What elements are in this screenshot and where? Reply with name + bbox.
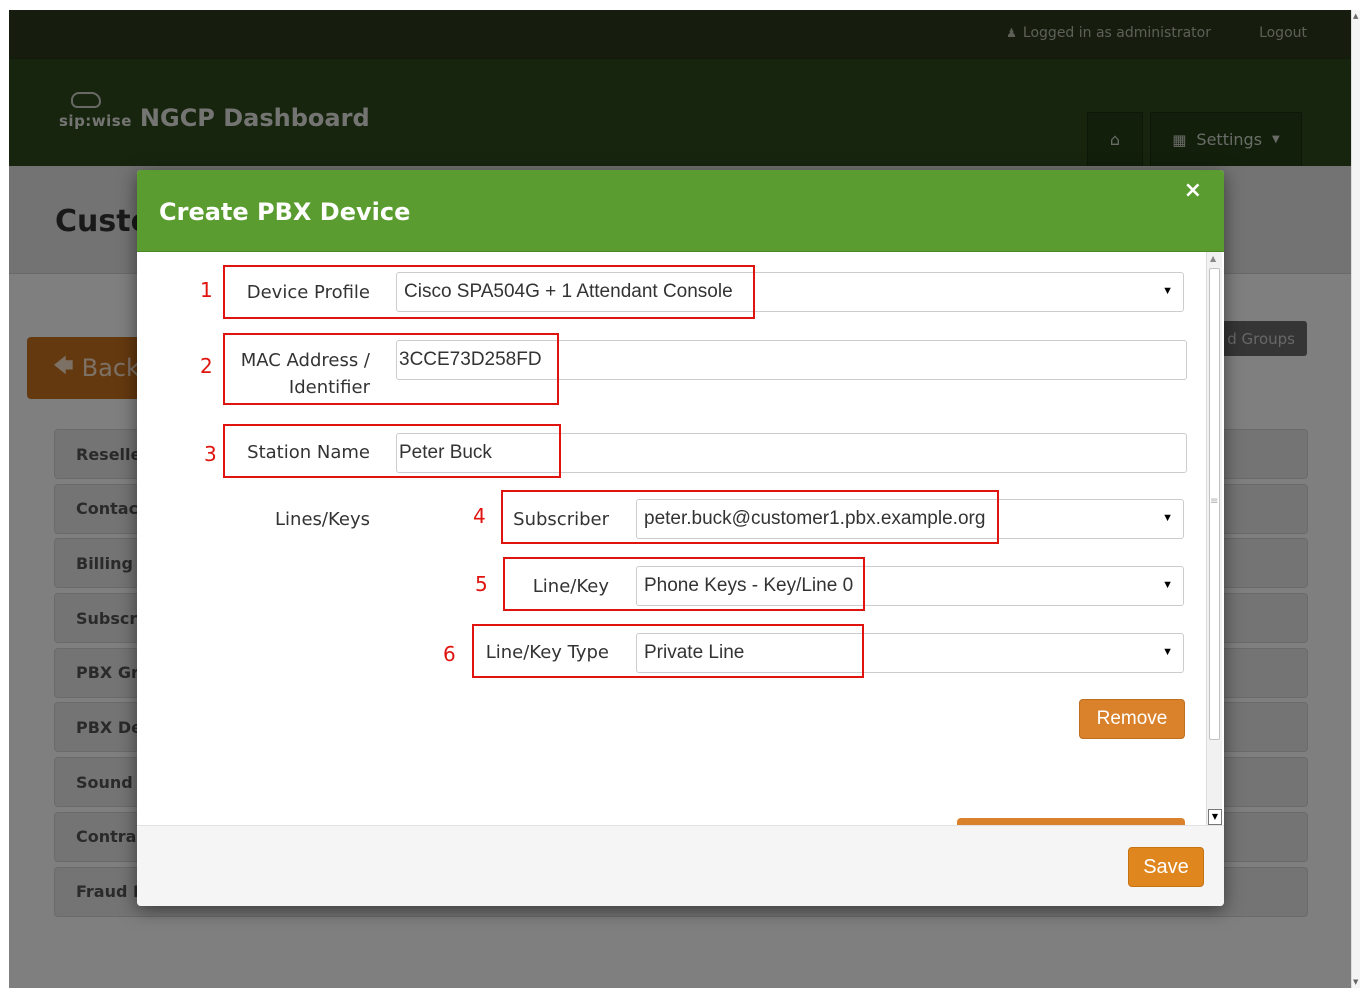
mac-address-value: 3CCE73D258FD [399, 349, 542, 370]
add-line-button-partial[interactable] [957, 818, 1185, 825]
close-icon[interactable]: × [1184, 178, 1202, 203]
annotation-1: 1 [200, 278, 213, 302]
modal-body: 1 Device Profile Cisco SPA504G + 1 Atten… [137, 252, 1224, 825]
station-name-input[interactable]: Peter Buck [396, 433, 1187, 473]
dropdown-arrow-icon: ▼ [1162, 579, 1173, 591]
device-profile-label: Device Profile [246, 282, 370, 303]
subscriber-select[interactable]: peter.buck@customer1.pbx.example.org ▼ [636, 499, 1184, 539]
annotation-6: 6 [443, 642, 456, 666]
modal-title: Create PBX Device [159, 198, 411, 226]
scroll-up-icon: ▲ [1210, 254, 1217, 263]
modal-scrollbar[interactable]: ▲ ≡ ▼ [1206, 252, 1222, 825]
lines-keys-label: Lines/Keys [275, 509, 370, 530]
device-profile-value: Cisco SPA504G + 1 Attendant Console [404, 281, 733, 302]
dropdown-arrow-icon: ▼ [1162, 646, 1173, 658]
station-name-label: Station Name [247, 442, 370, 463]
window-scrollbar[interactable]: ▲ ▼ [1351, 10, 1360, 988]
device-profile-select[interactable]: Cisco SPA504G + 1 Attendant Console ▼ [396, 272, 1184, 312]
station-name-value: Peter Buck [399, 442, 492, 463]
dropdown-arrow-icon: ▼ [1162, 512, 1173, 524]
grip-icon: ≡ [1210, 496, 1219, 507]
save-button[interactable]: Save [1128, 847, 1204, 887]
subscriber-label: Subscriber [513, 509, 609, 530]
scroll-down-icon: ▼ [1353, 978, 1359, 986]
annotation-3: 3 [204, 442, 217, 466]
line-key-value: Phone Keys - Key/Line 0 [644, 575, 854, 596]
modal-footer: Save [137, 825, 1224, 906]
mac-address-label: MAC Address / Identifier [240, 350, 370, 398]
line-key-type-select[interactable]: Private Line ▼ [636, 633, 1184, 673]
annotation-5: 5 [475, 572, 488, 596]
scroll-down-icon[interactable]: ▼ [1208, 809, 1222, 825]
create-pbx-device-modal: Create PBX Device × 1 Device Profile Cis… [137, 170, 1224, 906]
subscriber-value: peter.buck@customer1.pbx.example.org [644, 508, 986, 529]
line-key-select[interactable]: Phone Keys - Key/Line 0 ▼ [636, 566, 1184, 606]
line-key-label: Line/Key [532, 576, 609, 597]
modal-header: Create PBX Device × [137, 170, 1224, 252]
line-key-type-value: Private Line [644, 642, 745, 663]
annotation-4: 4 [473, 504, 486, 528]
mac-address-input[interactable]: 3CCE73D258FD [396, 340, 1187, 380]
scroll-up-icon: ▲ [1353, 12, 1359, 20]
remove-line-button[interactable]: Remove [1079, 699, 1185, 739]
line-key-type-label: Line/Key Type [485, 642, 609, 663]
annotation-2: 2 [200, 354, 213, 378]
dropdown-arrow-icon: ▼ [1162, 285, 1173, 297]
